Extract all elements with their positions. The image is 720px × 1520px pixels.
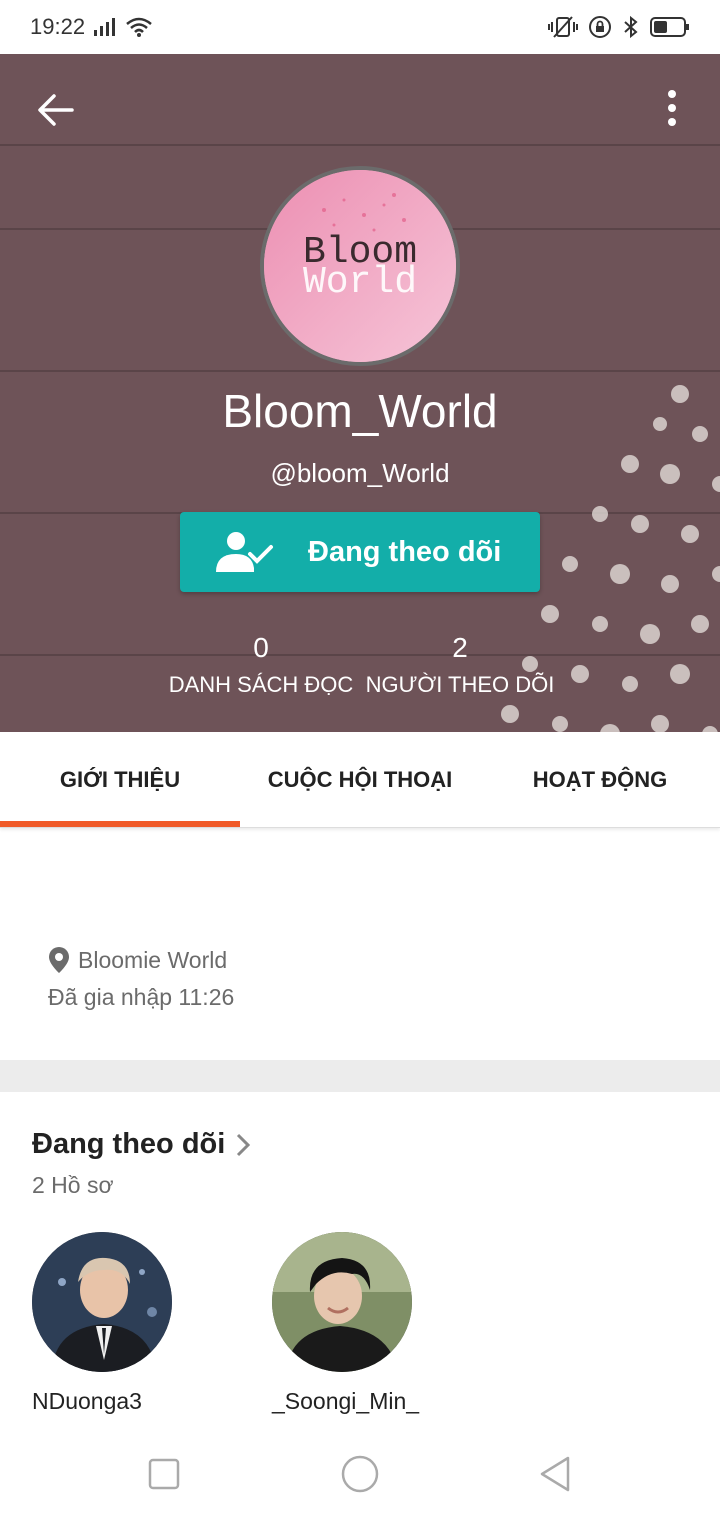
- back-nav-icon[interactable]: [534, 1452, 578, 1496]
- following-count: 2 Hồ sơ: [32, 1172, 114, 1198]
- bluetooth-icon: [624, 15, 638, 39]
- tab-label: HOẠT ĐỘNG: [532, 767, 668, 792]
- user-avatar: [32, 1232, 172, 1372]
- chevron-right-icon: [237, 1133, 251, 1156]
- following-section-header[interactable]: Đang theo dõi: [32, 1128, 251, 1161]
- battery-icon: [650, 17, 689, 37]
- stat-value: 2: [452, 632, 468, 663]
- avatar-text-world: World: [303, 261, 417, 304]
- tab-activity[interactable]: HOẠT ĐỘNG: [480, 732, 720, 828]
- profile-header: Bloom World Bloom_World @bloom_World Đan…: [0, 54, 720, 732]
- user-avatar: [272, 1232, 412, 1372]
- active-tab-indicator: [0, 821, 240, 827]
- back-arrow-icon[interactable]: [36, 90, 76, 130]
- profile-avatar: Bloom World: [260, 166, 460, 366]
- joined-date: Đã gia nhập 11:26: [48, 984, 235, 1010]
- following-user-card[interactable]: NDuonga3: [32, 1232, 232, 1415]
- status-time: 19:22: [30, 14, 86, 39]
- profile-name: Bloom_World: [222, 385, 498, 437]
- location-pin-icon: [49, 947, 69, 973]
- following-button-label: Đang theo dõi: [308, 536, 502, 568]
- recent-apps-icon[interactable]: [142, 1452, 186, 1496]
- user-name: NDuonga3: [32, 1388, 142, 1414]
- more-options-icon[interactable]: [660, 88, 684, 128]
- location-text: Bloomie World: [78, 946, 228, 973]
- home-icon[interactable]: [338, 1452, 382, 1496]
- stat-label: NGƯỜI THEO DÕI: [365, 672, 555, 697]
- stat-reading-lists[interactable]: 0 DANH SÁCH ĐỌC: [164, 632, 358, 698]
- stat-followers[interactable]: 2 NGƯỜI THEO DÕI: [364, 632, 556, 698]
- following-user-card[interactable]: _Soongi_Min_: [272, 1232, 472, 1415]
- tab-label: GIỚI THIỆU: [59, 767, 181, 792]
- stat-label: DANH SÁCH ĐỌC: [168, 672, 354, 697]
- profile-tabs: GIỚI THIỆU CUỘC HỘI THOẠI HOẠT ĐỘNG: [0, 732, 720, 828]
- stat-value: 0: [253, 632, 269, 663]
- wifi-icon: [126, 17, 152, 37]
- signal-icon: [94, 18, 116, 36]
- tab-conversations[interactable]: CUỘC HỘI THOẠI: [240, 732, 480, 828]
- tab-label: CUỘC HỘI THOẠI: [267, 767, 453, 792]
- location-row: Bloomie World: [48, 946, 227, 974]
- profile-handle: @bloom_World: [270, 458, 450, 488]
- system-nav-bar: [0, 1430, 720, 1520]
- user-name: _Soongi_Min_: [272, 1388, 420, 1414]
- section-divider: [0, 1060, 720, 1092]
- tab-about[interactable]: GIỚI THIỆU: [0, 732, 240, 828]
- following-title: Đang theo dõi: [32, 1128, 226, 1160]
- user-check-icon: [216, 532, 273, 572]
- wood-plank-line: [0, 144, 720, 146]
- status-bar: 19:22: [0, 0, 720, 54]
- following-button[interactable]: Đang theo dõi: [180, 512, 540, 592]
- rotation-lock-icon: [589, 16, 611, 38]
- vibrate-icon: [548, 16, 578, 38]
